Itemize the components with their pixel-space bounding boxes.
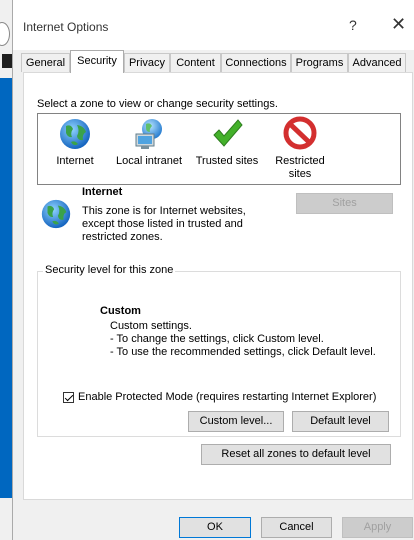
background-accent-strip [0, 78, 12, 498]
globe-icon [60, 119, 90, 149]
zone-local-intranet[interactable]: Local intranet [114, 116, 184, 168]
checkmark-icon [213, 119, 243, 147]
zone-prompt: Select a zone to view or change security… [37, 98, 278, 110]
tab-security[interactable]: Security [70, 50, 124, 73]
globe-icon [41, 199, 71, 229]
selected-zone-description: This zone is for Internet websites, exce… [82, 205, 246, 243]
tab-bar: General Security Privacy Content Connect… [13, 50, 414, 73]
tab-advanced[interactable]: Advanced [348, 53, 406, 72]
internet-options-dialog: Internet Options ? ✕ General Security Pr… [12, 0, 414, 540]
tab-general[interactable]: General [21, 53, 70, 72]
reset-all-zones-button[interactable]: Reset all zones to default level [201, 444, 391, 465]
zone-restricted-sites[interactable]: Restricted sites [268, 116, 332, 181]
zone-internet-label: Internet [56, 155, 94, 167]
zone-restricted-sites-label: Restricted sites [275, 155, 325, 180]
restricted-icon [283, 116, 317, 150]
checkbox-checked-icon[interactable] [63, 391, 74, 403]
security-level-description: Custom settings. - To change the setting… [110, 320, 376, 358]
background-user-icon [2, 54, 12, 68]
protected-mode-label: Enable Protected Mode (requires restarti… [78, 391, 377, 403]
zone-internet[interactable]: Internet [50, 116, 100, 168]
custom-level-button[interactable]: Custom level... [188, 411, 284, 432]
tab-privacy[interactable]: Privacy [124, 53, 170, 72]
protected-mode-checkbox[interactable]: Enable Protected Mode (requires restarti… [63, 391, 376, 403]
zone-trusted-sites-label: Trusted sites [195, 155, 259, 167]
zone-local-intranet-label: Local intranet [115, 155, 183, 167]
default-level-button[interactable]: Default level [292, 411, 389, 432]
cancel-button[interactable]: Cancel [261, 517, 332, 538]
help-button[interactable]: ? [349, 17, 357, 33]
security-level-name: Custom [100, 305, 141, 317]
zone-list[interactable]: Internet Local intranet Trusted sites Re… [37, 113, 401, 185]
ok-button[interactable]: OK [179, 517, 251, 538]
selected-zone-name: Internet [82, 186, 123, 198]
tab-content[interactable]: Content [170, 53, 221, 72]
window-title: Internet Options [23, 20, 109, 34]
close-button[interactable]: ✕ [391, 14, 406, 35]
tab-connections[interactable]: Connections [221, 53, 291, 72]
zone-trusted-sites[interactable]: Trusted sites [192, 116, 262, 168]
sites-button[interactable]: Sites [296, 193, 393, 214]
apply-button[interactable]: Apply [342, 517, 413, 538]
intranet-icon [135, 119, 162, 149]
tab-programs[interactable]: Programs [291, 53, 348, 72]
title-bar: Internet Options ? ✕ [13, 0, 414, 50]
security-level-group-title: Security level for this zone [43, 264, 176, 276]
